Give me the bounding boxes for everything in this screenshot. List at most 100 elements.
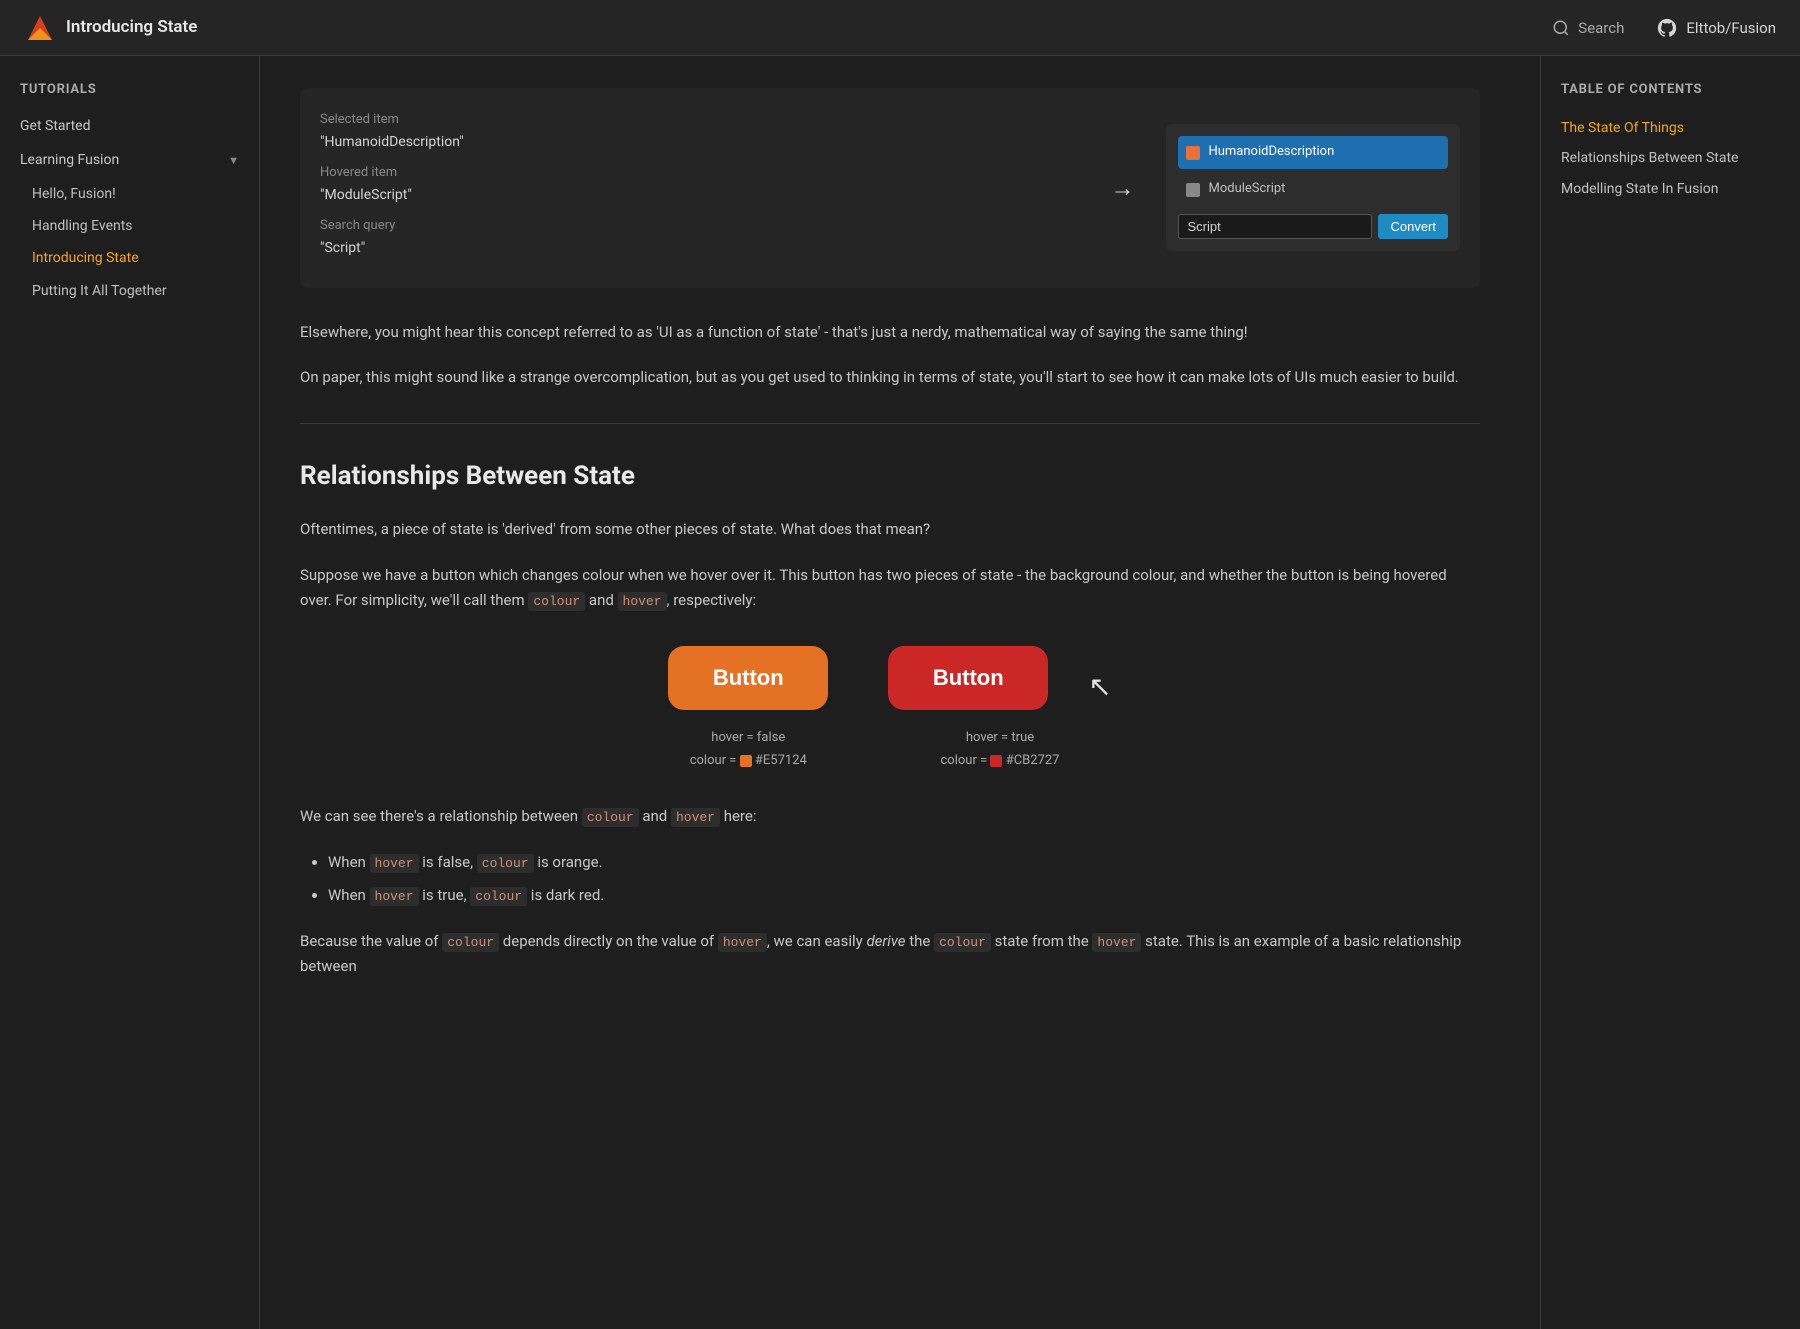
sidebar-sub-item-putting-together[interactable]: Putting It All Together — [0, 275, 259, 307]
because-para: Because the value of colour depends dire… — [300, 929, 1480, 980]
para-1-text: Elsewhere, you might hear this concept r… — [300, 323, 1248, 341]
divider — [300, 423, 1480, 424]
because-mid: depends directly on the value of — [499, 932, 718, 950]
hovered-item-value: "ModuleScript" — [320, 187, 412, 203]
relationships-para-2: Suppose we have a button which changes c… — [300, 563, 1480, 614]
relationships-para-1-text: Oftentimes, a piece of state is 'derived… — [300, 520, 930, 538]
demo-left: Selected item "HumanoidDescription" Hove… — [320, 108, 1078, 268]
bullet-item-2: When hover is true, colour is dark red. — [328, 883, 1480, 909]
search-query-label: Search query — [320, 218, 395, 233]
item-2-icon — [1186, 183, 1200, 197]
wcs-mid1: and — [639, 807, 671, 825]
sidebar-sub-item-introducing-state[interactable]: Introducing State — [0, 242, 259, 274]
rel-para-2-after: , respectively: — [667, 591, 757, 609]
wcs-code1: colour — [582, 808, 639, 827]
toc-item-state-of-things[interactable]: The State Of Things — [1561, 113, 1780, 143]
header: Introducing State Search Elttob/Fusion — [0, 0, 1800, 56]
b1-before: When — [328, 853, 370, 871]
wcs-code2: hover — [671, 808, 720, 827]
toc-item-modelling[interactable]: Modelling State In Fusion — [1561, 174, 1780, 204]
btn1-hover-text: hover = false — [711, 730, 785, 745]
button-demo-col-1: Button hover = false colour = #E57124 — [668, 646, 828, 773]
because-after2: the — [905, 932, 934, 950]
para-1: Elsewhere, you might hear this concept r… — [300, 320, 1480, 346]
b1-code2: colour — [477, 854, 534, 873]
selected-item-label: Selected item — [320, 112, 399, 127]
button-demo-row: Button hover = false colour = #E57124 Bu… — [300, 646, 1480, 773]
sidebar-item-get-started-label: Get Started — [20, 115, 91, 137]
bullet-list: When hover is false, colour is orange. W… — [328, 850, 1480, 909]
sidebar-sub-item-handling-events-label: Handling Events — [32, 218, 133, 234]
github-icon — [1656, 17, 1678, 39]
b2-code2: colour — [470, 887, 527, 906]
toc-item-relationships[interactable]: Relationships Between State — [1561, 143, 1780, 173]
colour-code-1: colour — [528, 592, 585, 611]
demo-list-item-2: ModuleScript — [1178, 173, 1448, 206]
search-icon — [1552, 19, 1570, 37]
rel-para-2-before: Suppose we have a button which changes c… — [300, 566, 1447, 610]
search-query-value: "Script" — [320, 240, 365, 256]
relationships-heading: Relationships Between State — [300, 456, 1480, 498]
sidebar-item-learning-fusion[interactable]: Learning Fusion ▼ — [0, 143, 259, 177]
red-button[interactable]: Button — [888, 646, 1048, 710]
sidebar-sub-item-putting-together-label: Putting It All Together — [32, 283, 167, 299]
sidebar-item-get-started[interactable]: Get Started — [0, 109, 259, 143]
arrow-icon: → — [1110, 169, 1134, 207]
because-after3: state from the — [991, 932, 1093, 950]
demo-search-row: Convert — [1178, 214, 1448, 239]
github-link[interactable]: Elttob/Fusion — [1656, 16, 1776, 40]
sidebar-sub-item-hello-fusion-label: Hello, Fusion! — [32, 186, 116, 202]
btn2-swatch — [990, 755, 1002, 767]
btn1-swatch — [740, 755, 752, 767]
demo-right: HumanoidDescription ModuleScript Convert — [1166, 124, 1460, 251]
because-code1: colour — [442, 933, 499, 952]
bullet-item-1: When hover is false, colour is orange. — [328, 850, 1480, 876]
demo-area-top: Selected item "HumanoidDescription" Hove… — [300, 88, 1480, 288]
wcs-before: We can see there's a relationship betwee… — [300, 807, 582, 825]
sidebar-item-learning-fusion-label: Learning Fusion — [20, 149, 119, 171]
selected-item-line: Selected item "HumanoidDescription" — [320, 108, 1078, 153]
relationships-para-1: Oftentimes, a piece of state is 'derived… — [300, 517, 1480, 543]
b1-code: hover — [370, 854, 419, 873]
btn2-hex: #CB2727 — [1006, 753, 1060, 768]
selected-item-value: "HumanoidDescription" — [320, 134, 464, 150]
toc-title: Table of contents — [1561, 80, 1780, 101]
sidebar: Tutorials Get Started Learning Fusion ▼ … — [0, 56, 260, 1329]
cursor-icon: ↖ — [1088, 665, 1111, 710]
because-code2: hover — [718, 933, 767, 952]
search-query-line: Search query "Script" — [320, 214, 1078, 259]
hovered-item-label: Hovered item — [320, 165, 397, 180]
btn1-info: hover = false colour = #E57124 — [690, 726, 807, 773]
sidebar-sub-item-handling-events[interactable]: Handling Events — [0, 210, 259, 242]
demo-list-item-1-label: HumanoidDescription — [1208, 142, 1334, 163]
btn2-hover-text: hover = true — [966, 730, 1034, 745]
demo-list-item-2-label: ModuleScript — [1208, 179, 1285, 200]
btn1-colour-text: colour = — [690, 753, 740, 768]
because-code3: colour — [934, 933, 991, 952]
github-label: Elttob/Fusion — [1686, 16, 1776, 40]
search-button[interactable]: Search — [1552, 16, 1624, 40]
btn1-hex: #E57124 — [755, 753, 807, 768]
search-label: Search — [1578, 16, 1624, 40]
main-content: Selected item "HumanoidDescription" Hove… — [260, 56, 1520, 1032]
logo-icon — [24, 12, 56, 44]
b1-mid: is false, — [419, 853, 477, 871]
b2-mid: is true, — [419, 886, 471, 904]
wcs-after: here: — [720, 807, 756, 825]
we-can-see-para: We can see there's a relationship betwee… — [300, 804, 1480, 830]
hovered-item-line: Hovered item "ModuleScript" — [320, 161, 1078, 206]
logo-link[interactable]: Introducing State — [24, 12, 197, 44]
demo-search-input[interactable] — [1178, 214, 1372, 239]
header-title: Introducing State — [66, 14, 197, 41]
b2-code: hover — [370, 887, 419, 906]
rel-para-2-mid: and — [585, 591, 617, 609]
sidebar-sub-item-hello-fusion[interactable]: Hello, Fusion! — [0, 178, 259, 210]
hover-code-1: hover — [618, 592, 667, 611]
convert-button[interactable]: Convert — [1378, 214, 1448, 239]
demo-list-item-1: HumanoidDescription — [1178, 136, 1448, 169]
button-demo-col-2: Button ↖ hover = true colour = #CB2727 — [888, 646, 1111, 773]
b2-after: is dark red. — [527, 886, 604, 904]
b1-after: is orange. — [534, 853, 603, 871]
orange-button[interactable]: Button — [668, 646, 828, 710]
b2-before: When — [328, 886, 370, 904]
